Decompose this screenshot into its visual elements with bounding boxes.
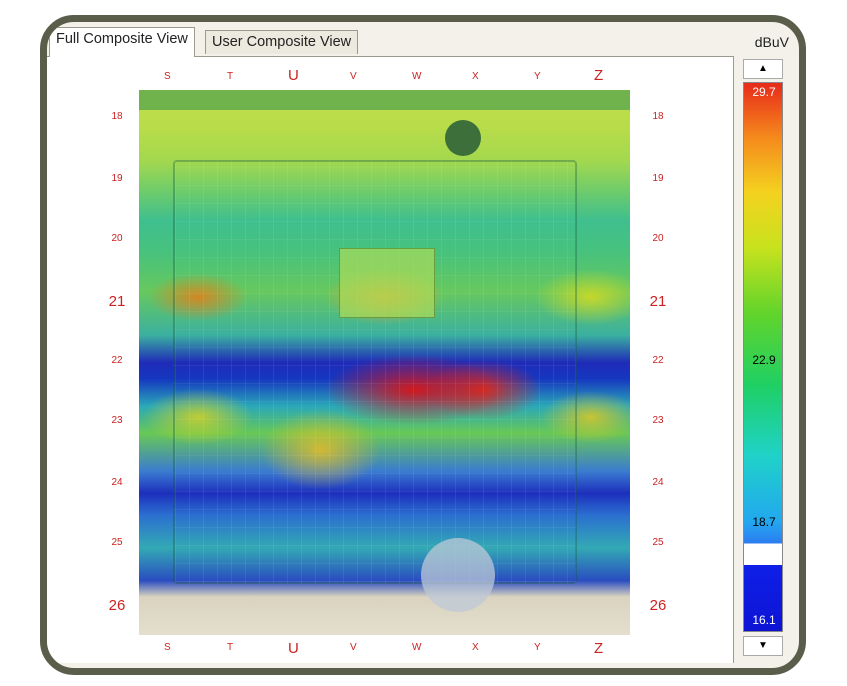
y-label-right: 18: [652, 111, 664, 122]
y-label-right: 22: [652, 355, 664, 366]
y-label-left: 25: [111, 537, 123, 548]
tab-user-composite-view[interactable]: User Composite View: [205, 30, 359, 54]
y-label-left: 19: [111, 173, 123, 184]
ic-chip: [339, 248, 435, 318]
y-label-right: 19: [652, 173, 664, 184]
board-edge: [139, 90, 630, 110]
scale-mid-value: 22.9: [752, 353, 776, 367]
scale-down-button[interactable]: ▼: [743, 636, 783, 656]
heatmap-plot[interactable]: [139, 90, 630, 635]
y-label-left: 18: [111, 111, 123, 122]
y-label-right: 24: [652, 477, 664, 488]
composite-view-window: Full Composite View User Composite View …: [40, 15, 806, 675]
y-label-right: 25: [652, 537, 664, 548]
scale-up-button[interactable]: ▲: [743, 59, 783, 79]
board-notch: [421, 538, 495, 612]
scale-threshold-value[interactable]: 18.7: [744, 515, 784, 529]
y-label-left: 26: [108, 597, 126, 614]
x-label-bottom: X: [472, 642, 479, 653]
heatmap-panel: S T U V W X Y Z 18 19 20 21 22 23 24 25 …: [47, 56, 734, 663]
y-label-right: 21: [649, 293, 667, 310]
y-label-right: 20: [652, 233, 664, 244]
x-label-top: Y: [534, 71, 541, 82]
x-label-bottom: S: [164, 642, 171, 653]
x-label-bottom: Y: [534, 642, 541, 653]
x-label-top: T: [227, 71, 234, 82]
y-label-left: 22: [111, 355, 123, 366]
color-scale-bar[interactable]: 29.7 22.9 18.7 16.1: [743, 82, 783, 632]
x-label-bottom: W: [412, 642, 422, 653]
tab-bar: Full Composite View User Composite View …: [47, 22, 799, 57]
x-label-top: X: [472, 71, 479, 82]
x-label-bottom: V: [350, 642, 357, 653]
scale-max-value: 29.7: [752, 85, 776, 99]
x-label-bottom: U: [288, 640, 299, 657]
arrow-down-icon: ▼: [758, 640, 768, 651]
arrow-up-icon: ▲: [758, 63, 768, 74]
unit-label: dBuV: [754, 34, 789, 50]
mounting-hole: [445, 120, 481, 156]
x-label-bottom: Z: [594, 640, 604, 657]
y-label-left: 21: [108, 293, 126, 310]
y-label-right: 26: [649, 597, 667, 614]
y-label-left: 24: [111, 477, 123, 488]
x-label-top: V: [350, 71, 357, 82]
y-label-right: 23: [652, 415, 664, 426]
y-label-left: 20: [111, 233, 123, 244]
tab-full-composite-view[interactable]: Full Composite View: [49, 27, 195, 57]
y-label-left: 23: [111, 415, 123, 426]
x-label-top: S: [164, 71, 171, 82]
scale-min-value: 16.1: [752, 613, 776, 627]
color-scale: ▲ 29.7 22.9 18.7 16.1 ▼: [740, 56, 786, 662]
x-label-bottom: T: [227, 642, 234, 653]
x-label-top: W: [412, 71, 422, 82]
x-label-top: Z: [594, 67, 604, 84]
pcb-board: [173, 160, 577, 584]
x-label-top: U: [288, 67, 299, 84]
